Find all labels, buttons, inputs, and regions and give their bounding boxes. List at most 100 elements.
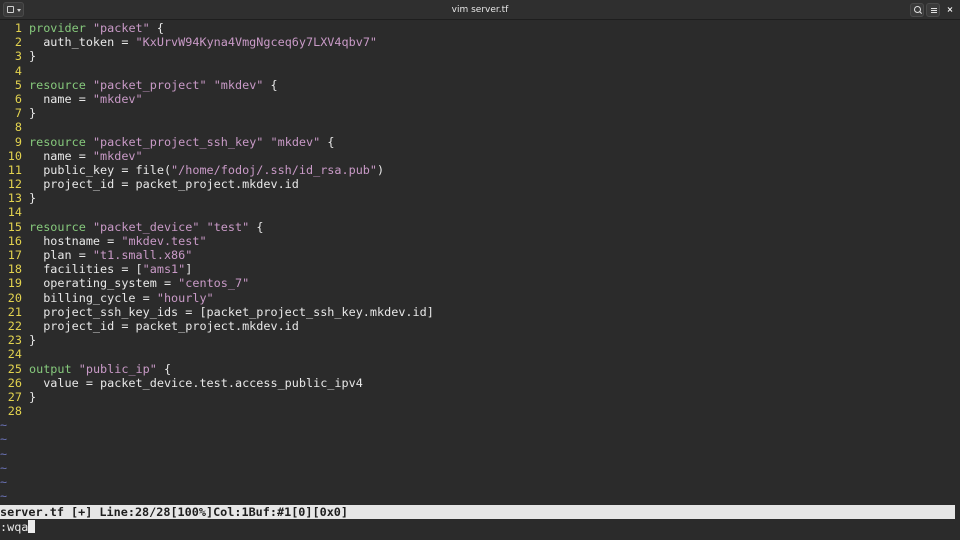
code-token: plan = [29, 248, 93, 262]
line-number: 8 [14, 120, 22, 135]
code-token: auth_token = [29, 35, 136, 50]
code-line[interactable]: 8 [0, 120, 960, 134]
keyword-token: resource [29, 219, 86, 234]
editor-buffer[interactable]: 1 provider "packet" {2 auth_token = "KxUr… [0, 21, 960, 503]
code-token: name = [29, 148, 93, 163]
window-menu-icon [7, 6, 14, 13]
line-code: resource "packet_project_ssh_key" "mkdev… [29, 135, 334, 149]
code-token: billing_cycle = [29, 290, 157, 305]
string-token: "mkdev" [213, 77, 264, 92]
command-text: :wqa [0, 520, 29, 534]
line-number: 4 [14, 63, 22, 78]
tilde-marker: ~ [0, 460, 8, 475]
scrollbar [955, 21, 960, 519]
code-line[interactable]: 11 public_key = file("/home/fodoj/.ssh/i… [0, 163, 960, 177]
code-line[interactable]: 20 billing_cycle = "hourly" [0, 291, 960, 305]
code-line[interactable]: 14 [0, 205, 960, 219]
code-line[interactable]: 21 project_ssh_key_ids = [packet_project… [0, 305, 960, 319]
line-number: 15 [7, 219, 22, 234]
string-token: "KxUrvW94Kyna4VmgNgceq6y7LXV4qbv7" [135, 35, 378, 50]
code-line[interactable]: 4 [0, 64, 960, 78]
empty-buffer-line: ~ [0, 475, 960, 489]
line-code: public_key = file("/home/fodoj/.ssh/id_r… [29, 163, 384, 177]
code-line[interactable]: 9 resource "packet_project_ssh_key" "mkde… [0, 135, 960, 149]
code-token: project_ssh_key_ids = [packet_project_ss… [29, 304, 434, 319]
empty-buffer-line: ~ [0, 432, 960, 446]
code-line[interactable]: 22 project_id = packet_project.mkdev.id [0, 319, 960, 333]
close-button[interactable]: × [943, 3, 957, 17]
code-line[interactable]: 15 resource "packet_device" "test" { [0, 220, 960, 234]
code-token: public_key = file( [29, 162, 172, 177]
code-line[interactable]: 10 name = "mkdev" [0, 149, 960, 163]
code-token: { [249, 219, 264, 234]
line-code: } [29, 333, 36, 347]
code-line[interactable]: 24 [0, 347, 960, 361]
empty-buffer-line: ~ [0, 461, 960, 475]
line-code: resource "packet_device" "test" { [29, 220, 263, 234]
empty-buffer-line: ~ [0, 447, 960, 461]
keyword-token: resource [29, 77, 86, 92]
line-code: name = "mkdev" [29, 91, 143, 106]
line-number: 21 [7, 304, 22, 319]
line-number: 5 [14, 77, 22, 92]
code-line[interactable]: 3} [0, 49, 960, 63]
line-number: 10 [7, 148, 22, 163]
string-token: "packet_project" [92, 77, 207, 92]
line-number: 22 [7, 318, 22, 333]
status-line: server.tf [+] Line:28/28[100%]Col:1Buf:#… [0, 505, 955, 519]
string-token: "public_ip" [78, 361, 157, 376]
code-line[interactable]: 16 hostname = "mkdev.test" [0, 234, 960, 248]
string-token: "mkdev" [270, 134, 321, 149]
code-line[interactable]: 28 [0, 404, 960, 418]
code-line[interactable]: 7} [0, 106, 960, 120]
line-code: provider "packet" { [29, 21, 164, 35]
code-token: { [149, 21, 164, 35]
line-number: 25 [7, 361, 22, 376]
string-token: "mkdev.test" [121, 233, 207, 248]
command-line[interactable]: :wqa [0, 520, 36, 534]
line-code: operating_system = "centos_7" [29, 276, 249, 290]
code-line[interactable]: 18 facilities = ["ams1"] [0, 262, 960, 276]
code-line[interactable]: 27} [0, 390, 960, 404]
code-line[interactable]: 23} [0, 333, 960, 347]
tilde-marker: ~ [0, 489, 8, 504]
string-token: "hourly" [156, 290, 214, 305]
code-token: { [320, 134, 335, 149]
string-token: "t1.small.x86" [92, 248, 193, 262]
line-code: } [29, 106, 36, 120]
code-line[interactable]: 6 name = "mkdev" [0, 92, 960, 106]
code-line[interactable]: 1 provider "packet" { [0, 21, 960, 35]
close-icon: × [946, 5, 954, 14]
line-number: 19 [7, 276, 22, 291]
line-number: 6 [14, 91, 22, 106]
code-token: ) [377, 162, 385, 177]
code-line[interactable]: 2 auth_token = "KxUrvW94Kyna4VmgNgceq6y7… [0, 35, 960, 49]
line-code: } [29, 49, 36, 63]
window-menu-button[interactable] [3, 2, 24, 17]
hamburger-menu-button[interactable] [926, 3, 940, 17]
code-token: { [263, 77, 278, 92]
tilde-marker: ~ [0, 475, 8, 489]
code-line[interactable]: 13} [0, 191, 960, 205]
code-token: } [29, 191, 37, 206]
code-line[interactable]: 5 resource "packet_project" "mkdev" { [0, 78, 960, 92]
code-line[interactable]: 26 value = packet_device.test.access_pub… [0, 376, 960, 390]
string-token: "test" [206, 219, 250, 234]
line-number: 9 [14, 134, 22, 149]
code-line[interactable]: 17 plan = "t1.small.x86" [0, 248, 960, 262]
code-token: { [156, 361, 172, 376]
code-line[interactable]: 25 output "public_ip" { [0, 362, 960, 376]
search-button[interactable] [910, 3, 924, 17]
code-line[interactable]: 12 project_id = packet_project.mkdev.id [0, 177, 960, 191]
text-cursor [28, 520, 36, 533]
code-token: name = [29, 91, 93, 106]
code-line[interactable]: 19 operating_system = "centos_7" [0, 276, 960, 290]
line-code: facilities = ["ams1"] [29, 262, 192, 276]
code-token: } [29, 106, 37, 121]
code-token: project_id = packet_project.mkdev.id [29, 177, 299, 192]
code-token: } [29, 49, 37, 64]
string-token: "mkdev" [92, 91, 143, 106]
line-code: value = packet_device.test.access_public… [29, 376, 363, 390]
